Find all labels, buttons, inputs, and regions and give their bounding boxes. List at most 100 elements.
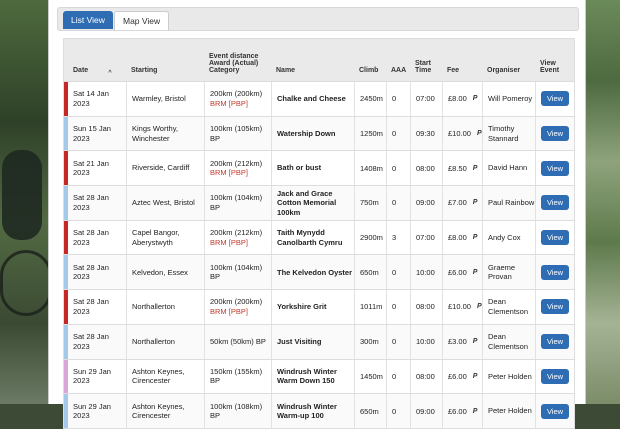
view-cell: View bbox=[535, 394, 574, 428]
fee-text: £6.00 bbox=[448, 406, 467, 416]
distance-cell: 100km (104km) BP bbox=[204, 255, 271, 290]
start-time-cell: 07:00 bbox=[410, 220, 442, 255]
distance-cell: 200km (200km) BRM [PBP] bbox=[204, 82, 271, 116]
aaa-cell: 0 bbox=[386, 324, 410, 359]
view-cell: View bbox=[535, 151, 574, 186]
category-text: BP bbox=[210, 202, 221, 212]
fee-text: £8.00 bbox=[448, 94, 467, 104]
view-event-button[interactable]: View bbox=[541, 160, 569, 176]
distance-cell: 150km (155km) BP bbox=[204, 359, 271, 394]
view-cell: View bbox=[535, 255, 574, 290]
paypal-icon: P bbox=[472, 95, 478, 103]
table-row: Sat 28 Jan 2023 Northallerton 200km (200km… bbox=[64, 289, 574, 324]
view-event-button[interactable]: View bbox=[541, 126, 569, 142]
table-row: Sun 29 Jan 2023 Ashton Keynes, Cirenceste… bbox=[64, 393, 574, 428]
fee-cell: £7.00 P bbox=[442, 186, 482, 220]
tab-list-view[interactable]: List View bbox=[63, 11, 113, 29]
sort-ascending-icon: ^ bbox=[108, 70, 112, 76]
cyclist-figure bbox=[2, 150, 42, 240]
view-event-button[interactable]: View bbox=[541, 195, 569, 211]
fee-cell: £8.00 P bbox=[442, 220, 482, 255]
starting-cell: Kelvedon, Essex bbox=[126, 255, 204, 290]
starting-cell: Kings Worthy, Winchester bbox=[126, 116, 204, 151]
start-time-cell: 09:00 bbox=[410, 186, 442, 220]
aaa-cell: 0 bbox=[386, 255, 410, 290]
paypal-icon: P bbox=[472, 199, 478, 207]
fee-cell: £8.50 P bbox=[442, 151, 482, 186]
start-time-cell: 10:00 bbox=[410, 255, 442, 290]
column-header-date[interactable]: Date ^ bbox=[64, 39, 126, 81]
date-cell: Sat 21 Jan 2023 bbox=[64, 151, 126, 186]
climb-cell: 750m bbox=[354, 186, 386, 220]
view-event-button[interactable]: View bbox=[541, 403, 569, 419]
paypal-icon: P bbox=[472, 407, 478, 415]
category-text: BP bbox=[210, 411, 221, 421]
date-cell: Sun 29 Jan 2023 bbox=[64, 394, 126, 428]
organiser-cell: Andy Cox bbox=[482, 220, 535, 255]
climb-cell: 1011m bbox=[354, 290, 386, 324]
starting-cell: Northallerton bbox=[126, 324, 204, 359]
view-event-button[interactable]: View bbox=[541, 91, 569, 107]
distance-text: 200km (200km) bbox=[210, 89, 263, 99]
distance-cell: 200km (212km) BRM [PBP] bbox=[204, 151, 271, 186]
view-event-button[interactable]: View bbox=[541, 264, 569, 280]
climb-cell: 1408m bbox=[354, 151, 386, 186]
view-cell: View bbox=[535, 220, 574, 255]
view-cell: View bbox=[535, 359, 574, 394]
category-text: BP bbox=[210, 376, 221, 386]
event-name-cell: Watership Down bbox=[271, 116, 354, 151]
distance-text: 200km (212km) bbox=[210, 158, 263, 168]
view-event-button[interactable]: View bbox=[541, 230, 569, 246]
date-cell: Sat 28 Jan 2023 bbox=[64, 324, 126, 359]
tab-map-view[interactable]: Map View bbox=[114, 11, 170, 30]
start-time-cell: 09:30 bbox=[410, 116, 442, 151]
fee-text: £10.00 bbox=[448, 302, 471, 312]
table-row: Sat 28 Jan 2023 Capel Bangor, Aberystwyth… bbox=[64, 219, 574, 255]
table-body: Sat 14 Jan 2023 Warmley, Bristol 200km (20… bbox=[64, 81, 574, 428]
background-photo-left bbox=[0, 0, 52, 404]
date-cell: Sat 14 Jan 2023 bbox=[64, 82, 126, 116]
table-row: Sat 28 Jan 2023 Kelvedon, Essex 100km (104… bbox=[64, 254, 574, 290]
aaa-cell: 0 bbox=[386, 116, 410, 151]
paypal-icon: P bbox=[472, 338, 478, 346]
date-cell: Sun 15 Jan 2023 bbox=[64, 116, 126, 151]
organiser-cell: Paul Rainbow bbox=[482, 186, 535, 220]
view-event-button[interactable]: View bbox=[541, 368, 569, 384]
distance-text: 100km (105km) bbox=[210, 124, 263, 134]
table-row: Sat 28 Jan 2023 Aztec West, Bristol 100km … bbox=[64, 185, 574, 220]
column-header-fee: Fee bbox=[447, 67, 460, 74]
event-name-cell: Just Visiting bbox=[271, 324, 354, 359]
distance-cell: 100km (105km) BP bbox=[204, 116, 271, 151]
start-time-cell: 09:00 bbox=[410, 394, 442, 428]
category-text: BP bbox=[210, 272, 221, 282]
distance-text: 200km (212km) bbox=[210, 228, 263, 238]
fee-cell: £10.00 P bbox=[442, 290, 482, 324]
start-time-cell: 08:00 bbox=[410, 290, 442, 324]
table-header: Date ^ Starting Event distance Award (Act… bbox=[64, 39, 574, 81]
events-panel: List View Map View Date ^ Starting Event … bbox=[48, 0, 586, 429]
aaa-cell: 0 bbox=[386, 186, 410, 220]
starting-cell: Warmley, Bristol bbox=[126, 82, 204, 116]
event-name-cell: Chalke and Cheese bbox=[271, 82, 354, 116]
event-name-cell: Bath or bust bbox=[271, 151, 354, 186]
fee-cell: £8.00 P bbox=[442, 82, 482, 116]
organiser-cell: Timothy Stannard bbox=[482, 116, 535, 151]
fee-text: £3.00 bbox=[448, 337, 467, 347]
fee-text: £6.00 bbox=[448, 267, 467, 277]
climb-cell: 650m bbox=[354, 255, 386, 290]
paypal-icon: P bbox=[476, 130, 482, 138]
events-table: Date ^ Starting Event distance Award (Act… bbox=[63, 38, 575, 429]
view-event-button[interactable]: View bbox=[541, 299, 569, 315]
starting-cell: Capel Bangor, Aberystwyth bbox=[126, 220, 204, 255]
climb-cell: 650m bbox=[354, 394, 386, 428]
organiser-cell: David Hann bbox=[482, 151, 535, 186]
view-cell: View bbox=[535, 290, 574, 324]
column-header-aaa: AAA bbox=[391, 67, 407, 74]
paypal-icon: P bbox=[476, 303, 482, 311]
starting-cell: Ashton Keynes, Cirencester bbox=[126, 394, 204, 428]
view-event-button[interactable]: View bbox=[541, 334, 569, 350]
organiser-cell: Graeme Provan bbox=[482, 255, 535, 290]
starting-cell: Ashton Keynes, Cirencester bbox=[126, 359, 204, 394]
column-header-organiser: Organiser bbox=[487, 67, 521, 74]
starting-cell: Aztec West, Bristol bbox=[126, 186, 204, 220]
